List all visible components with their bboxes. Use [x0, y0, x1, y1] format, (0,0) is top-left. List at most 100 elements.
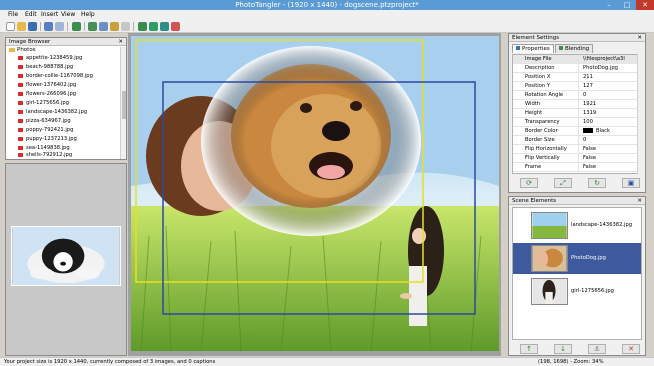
property-value[interactable]: False: [583, 145, 596, 154]
menu-edit[interactable]: Edit: [25, 11, 37, 18]
element-thumbnail: [531, 212, 568, 239]
list-item-label: girl-1275656.jpg: [26, 100, 69, 106]
property-row[interactable]: Height 1319: [513, 109, 637, 118]
tab-properties[interactable]: Properties: [512, 44, 554, 53]
menu-help[interactable]: Help: [81, 11, 95, 18]
property-row[interactable]: Width 1921: [513, 100, 637, 109]
list-item-label: pizza-634967.jpg: [26, 118, 71, 124]
maximize-button[interactable]: □: [618, 0, 636, 10]
close-icon[interactable]: ✕: [637, 34, 642, 42]
property-row[interactable]: Position X 211: [513, 73, 637, 82]
property-value[interactable]: 0: [583, 91, 586, 100]
list-item[interactable]: landscape-1436382.jpg: [18, 109, 87, 115]
zoom-out-icon[interactable]: [171, 22, 180, 31]
move-down-icon[interactable]: ↓: [554, 344, 572, 354]
close-button[interactable]: ✕: [636, 0, 654, 10]
property-row[interactable]: Border Color Black: [513, 127, 637, 136]
property-row[interactable]: Flip Vertically False: [513, 154, 637, 163]
list-item[interactable]: border-collie-1167098.jpg: [18, 73, 93, 79]
property-key: Border Size: [525, 136, 579, 145]
menu-file[interactable]: File: [8, 11, 18, 18]
scene-composition[interactable]: [131, 36, 499, 351]
redo-icon[interactable]: [55, 22, 64, 31]
property-row[interactable]: Description PhotoDog.jpg: [513, 64, 637, 73]
layer-icon[interactable]: [110, 22, 119, 31]
list-item[interactable]: girl-1275656.jpg: [18, 100, 69, 106]
insert-image-icon[interactable]: [88, 22, 97, 31]
property-value[interactable]: False: [583, 154, 596, 163]
zoom-in-icon[interactable]: [138, 22, 147, 31]
border-color-value[interactable]: Black: [583, 127, 610, 136]
property-value[interactable]: PhotoDog.jpg: [583, 64, 618, 73]
property-scrollbar[interactable]: [637, 54, 643, 174]
property-value[interactable]: 100: [583, 118, 593, 127]
fit-icon[interactable]: ⤢: [554, 178, 572, 188]
image-file-icon: [18, 91, 23, 96]
new-file-icon[interactable]: [6, 22, 15, 31]
property-value[interactable]: False: [583, 163, 596, 172]
close-icon[interactable]: ✕: [118, 38, 123, 46]
move-up-icon[interactable]: ↑: [520, 344, 538, 354]
element-settings-title: Element Settings: [512, 35, 560, 41]
property-key: Height: [525, 109, 579, 118]
menu-view[interactable]: View: [61, 11, 75, 18]
scene-element-item[interactable]: landscape-1436382.jpg: [513, 210, 641, 241]
image-add-icon[interactable]: [72, 22, 81, 31]
save-icon[interactable]: [28, 22, 37, 31]
delete-icon[interactable]: [121, 22, 130, 31]
list-item[interactable]: flowers-266096.jpg: [18, 91, 76, 97]
property-grid: Image File \\filesproject\a3l Description…: [512, 54, 638, 174]
list-item[interactable]: poppy-792421.jpg: [18, 127, 73, 133]
text-icon[interactable]: [99, 22, 108, 31]
status-zoom: (198, 1698) - Zoom: 34%: [538, 359, 604, 365]
property-value[interactable]: 211: [583, 73, 593, 82]
property-row[interactable]: Rotation Angle 0: [513, 91, 637, 100]
minimize-button[interactable]: –: [600, 0, 618, 10]
undo-icon[interactable]: [44, 22, 53, 31]
rotate-icon[interactable]: ↻: [588, 178, 606, 188]
scene-elements-header: Scene Elements ✕: [509, 197, 645, 205]
center-icon[interactable]: ▣: [622, 178, 640, 188]
property-value[interactable]: 0: [583, 136, 586, 145]
vertical-scrollbar[interactable]: [120, 47, 126, 159]
toolbar-separator: [84, 22, 85, 31]
preview-thumbnail: [11, 226, 121, 286]
property-key: Width: [525, 100, 579, 109]
refresh-icon[interactable]: ⟳: [520, 178, 538, 188]
anchor-icon[interactable]: ⚓: [588, 344, 606, 354]
list-item[interactable]: shells-792912.jpg: [18, 152, 72, 158]
list-item[interactable]: puppy-1237213.jpg: [18, 136, 77, 142]
list-item-label: landscape-1436382.jpg: [26, 109, 88, 115]
list-item-label: puppy-1237213.jpg: [26, 136, 77, 142]
list-item[interactable]: sea-1149838.jpg: [18, 145, 70, 151]
list-item[interactable]: pizza-634967.jpg: [18, 118, 71, 124]
refresh-icon[interactable]: [149, 22, 158, 31]
property-key: Rotation Angle: [525, 91, 579, 100]
property-value[interactable]: 1921: [583, 100, 596, 109]
border-color-label: Black: [596, 128, 611, 134]
property-row[interactable]: Position Y 127: [513, 82, 637, 91]
fit-icon[interactable]: [160, 22, 169, 31]
property-row[interactable]: Border Size 0: [513, 136, 637, 145]
property-row[interactable]: Image File \\filesproject\a3l: [513, 55, 637, 64]
list-item[interactable]: beach-988788.jpg: [18, 64, 73, 70]
property-row[interactable]: Flip Horizontally False: [513, 145, 637, 154]
property-value[interactable]: \\filesproject\a3l: [583, 55, 625, 64]
property-row[interactable]: Frame False: [513, 163, 637, 172]
property-value[interactable]: 1319: [583, 109, 596, 118]
open-folder-icon[interactable]: [17, 22, 26, 31]
tree-root-photos[interactable]: Photos: [9, 47, 36, 53]
scrollbar-thumb[interactable]: [122, 91, 126, 119]
close-icon[interactable]: ✕: [637, 197, 642, 205]
tab-blending[interactable]: Blending: [555, 44, 594, 53]
menu-insert[interactable]: Insert: [41, 11, 58, 18]
scene-canvas[interactable]: [128, 33, 501, 356]
toolbar-separator: [67, 22, 68, 31]
property-value[interactable]: 127: [583, 82, 593, 91]
property-row[interactable]: Transparency 100: [513, 118, 637, 127]
list-item[interactable]: appetite-1238459.jpg: [18, 55, 82, 61]
delete-icon[interactable]: ✕: [622, 344, 640, 354]
list-item[interactable]: flower-1376402.jpg: [18, 82, 76, 88]
scene-element-item[interactable]: PhotoDog.jpg: [513, 243, 641, 274]
scene-element-item[interactable]: girl-1275656.jpg: [513, 276, 641, 307]
